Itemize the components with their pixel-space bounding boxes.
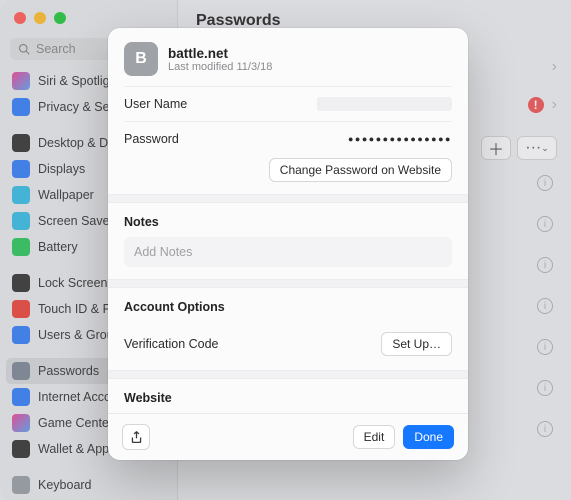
- username-label: User Name: [124, 97, 187, 111]
- change-password-button[interactable]: Change Password on Website: [269, 158, 452, 182]
- sheet-footer: Edit Done: [108, 413, 468, 460]
- verification-label: Verification Code: [124, 337, 219, 351]
- verification-code-row: Verification Code Set Up…: [108, 322, 468, 366]
- settings-window: Search Siri & Spotlight Privacy & Securi…: [0, 0, 571, 500]
- notes-title: Notes: [108, 203, 468, 237]
- notes-input[interactable]: Add Notes: [124, 237, 452, 267]
- password-label: Password: [124, 132, 179, 146]
- share-button[interactable]: [122, 424, 150, 450]
- username-row[interactable]: User Name: [108, 87, 468, 121]
- website-title: Website: [108, 379, 468, 413]
- account-options-title: Account Options: [108, 288, 468, 322]
- setup-verification-button[interactable]: Set Up…: [381, 332, 452, 356]
- site-name: battle.net: [168, 46, 272, 61]
- notes-placeholder: Add Notes: [134, 245, 192, 259]
- sheet-header: B battle.net Last modified 11/3/18: [108, 28, 468, 86]
- last-modified: Last modified 11/3/18: [168, 61, 272, 73]
- username-value: [317, 97, 452, 111]
- password-detail-sheet: B battle.net Last modified 11/3/18 User …: [108, 28, 468, 460]
- password-row[interactable]: Password ●●●●●●●●●●●●●●●: [108, 122, 468, 156]
- edit-button[interactable]: Edit: [353, 425, 396, 449]
- site-badge: B: [124, 42, 158, 76]
- password-value-masked: ●●●●●●●●●●●●●●●: [348, 134, 452, 144]
- done-button[interactable]: Done: [403, 425, 454, 449]
- share-icon: [130, 431, 143, 444]
